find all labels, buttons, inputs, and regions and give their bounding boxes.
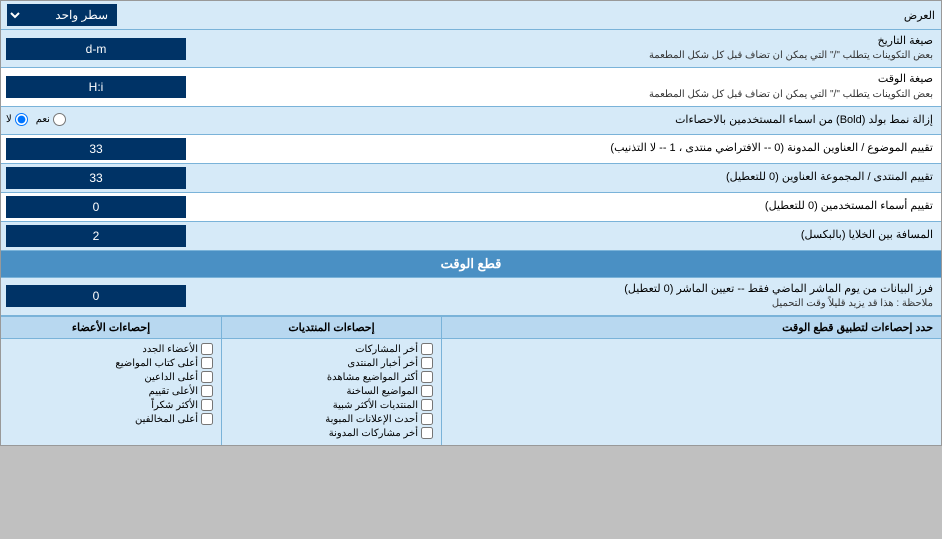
col2-item-5[interactable]: الأكثر شكراً	[9, 399, 213, 411]
col1-item-4[interactable]: المواضيع الساخنة	[230, 385, 433, 397]
cut-time-header: قطع الوقت	[1, 251, 941, 278]
remove-bold-row: إزالة نمط بولد (Bold) من اسماء المستخدمي…	[1, 107, 941, 135]
time-format-row: صيغة الوقت بعض التكوينات يتطلب "/" التي …	[1, 68, 941, 106]
cell-distance-row: المسافة بين الخلايا (بالبكسل)	[1, 222, 941, 251]
date-format-row: صيغة التاريخ بعض التكوينات يتطلب "/" الت…	[1, 30, 941, 68]
remove-bold-yes-label[interactable]: نعم	[36, 113, 66, 126]
col2-items: الأعضاء الجدد أعلى كتاب المواضيع أعلى ال…	[1, 339, 221, 445]
time-format-label: صيغة الوقت	[229, 72, 933, 87]
top-bar: العرض سطر واحد	[1, 1, 941, 30]
forum-order-input[interactable]	[6, 138, 186, 160]
stats-limit-label: حدد إحصاءات لتطبيق قطع الوقت	[441, 317, 941, 338]
col2-item-2[interactable]: أعلى كتاب المواضيع	[9, 357, 213, 369]
col2-item-1[interactable]: الأعضاء الجدد	[9, 343, 213, 355]
col2-header: إحصاءات الأعضاء	[1, 317, 221, 338]
col2-item-4[interactable]: الأعلى تقييم	[9, 385, 213, 397]
user-names-row: تقييم أسماء المستخدمين (0 للتعطيل)	[1, 193, 941, 222]
col1-header: إحصاءات المنتديات	[221, 317, 441, 338]
display-label: العرض	[117, 9, 935, 22]
time-format-sublabel: بعض التكوينات يتطلب "/" التي يمكن ان تضا…	[229, 88, 933, 102]
forum-order-label: تقييم الموضوع / العناوين المدونة (0 -- ا…	[229, 141, 933, 156]
col1-item-6[interactable]: أحدث الإعلانات المبوبة	[230, 413, 433, 425]
stats-section: حدد إحصاءات لتطبيق قطع الوقت إحصاءات الم…	[1, 316, 941, 445]
stats-main-col	[441, 339, 941, 445]
remove-bold-yes-radio[interactable]	[53, 113, 66, 126]
date-format-label: صيغة التاريخ	[229, 34, 933, 49]
remove-bold-label: إزالة نمط بولد (Bold) من اسماء المستخدمي…	[229, 113, 933, 128]
cell-distance-label: المسافة بين الخلايا (بالبكسل)	[229, 228, 933, 243]
col1-item-1[interactable]: أخر المشاركات	[230, 343, 433, 355]
cut-time-input[interactable]	[6, 285, 186, 307]
date-format-input[interactable]	[6, 38, 186, 60]
col1-item-3[interactable]: أكثر المواضيع مشاهدة	[230, 371, 433, 383]
time-format-input[interactable]	[6, 76, 186, 98]
forum-order-row: تقييم الموضوع / العناوين المدونة (0 -- ا…	[1, 135, 941, 164]
display-dropdown[interactable]: سطر واحد	[7, 4, 117, 26]
date-format-sublabel: بعض التكوينات يتطلب "/" التي يمكن ان تضا…	[229, 49, 933, 63]
col1-item-2[interactable]: أخر أخبار المنتدى	[230, 357, 433, 369]
user-names-input[interactable]	[6, 196, 186, 218]
cut-time-label: فرز البيانات من يوم الماشر الماضي فقط --…	[229, 282, 933, 297]
remove-bold-no-label[interactable]: لا	[6, 113, 28, 126]
remove-bold-yes-text: نعم	[36, 114, 50, 125]
col2-item-6[interactable]: أعلى المخالفين	[9, 413, 213, 425]
remove-bold-no-radio[interactable]	[15, 113, 28, 126]
forum-group-input[interactable]	[6, 167, 186, 189]
cell-distance-input[interactable]	[6, 225, 186, 247]
user-names-label: تقييم أسماء المستخدمين (0 للتعطيل)	[229, 199, 933, 214]
col1-items: أخر المشاركات أخر أخبار المنتدى أكثر الم…	[221, 339, 441, 445]
cut-time-header-text: قطع الوقت	[441, 256, 502, 271]
forum-group-row: تقييم المنتدى / المجموعة العناوين (0 للت…	[1, 164, 941, 193]
col1-item-5[interactable]: المنتديات الأكثر شبية	[230, 399, 433, 411]
cut-time-note: ملاحظة : هذا قد يزيد قليلاً وقت التحميل	[229, 297, 933, 311]
remove-bold-options: نعم لا	[1, 110, 221, 131]
col1-item-7[interactable]: أخر مشاركات المدونة	[230, 427, 433, 439]
col2-item-3[interactable]: أعلى الداعين	[9, 371, 213, 383]
forum-group-label: تقييم المنتدى / المجموعة العناوين (0 للت…	[229, 170, 933, 185]
remove-bold-no-text: لا	[6, 114, 12, 125]
cut-time-row: فرز البيانات من يوم الماشر الماضي فقط --…	[1, 278, 941, 316]
